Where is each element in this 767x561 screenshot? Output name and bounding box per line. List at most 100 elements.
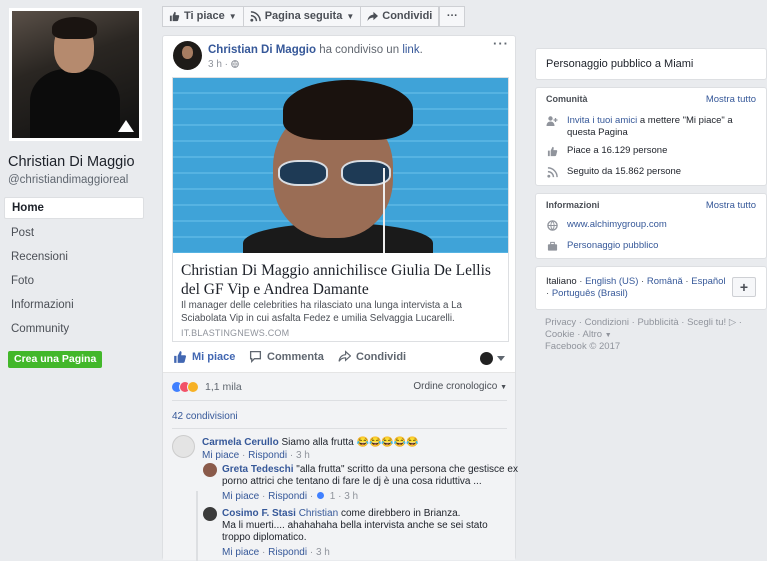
link-preview[interactable]: Christian Di Maggio annichilisce Giulia … xyxy=(172,77,509,342)
shares-count[interactable]: 42 condivisioni xyxy=(172,411,238,422)
reactions-summary[interactable]: 1,1 mila xyxy=(171,381,242,393)
left-nav: Home Post Recensioni Foto Informazioni C… xyxy=(4,197,144,341)
invite-friends-link[interactable]: Invita i tuoi amici xyxy=(567,115,637,126)
comment-button[interactable]: Commenta xyxy=(249,350,324,363)
mini-avatar xyxy=(480,352,493,365)
post-time[interactable]: 3 h · xyxy=(208,59,239,70)
language-option[interactable]: Português (Brasil) xyxy=(552,288,628,299)
language-option[interactable]: Română xyxy=(647,276,683,287)
footer-link[interactable]: Privacy xyxy=(545,317,576,328)
commenter-avatar[interactable] xyxy=(203,507,217,521)
footer-link[interactable]: Pubblicità xyxy=(637,317,678,328)
commenter-name[interactable]: Greta Tedeschi xyxy=(222,464,294,475)
invite-friends-row: Invita i tuoi amici a mettere "Mi piace"… xyxy=(546,115,733,139)
copyright: Facebook © 2017 xyxy=(545,341,621,352)
link-preview-source: IT.BLASTINGNEWS.COM xyxy=(181,328,290,338)
comment-reply-link[interactable]: Rispondi xyxy=(268,491,307,502)
comment-reply-link[interactable]: Rispondi xyxy=(248,450,287,461)
post-author-line: Christian Di Maggio ha condiviso un link… xyxy=(208,44,423,56)
share-button[interactable]: Condividi xyxy=(338,350,406,363)
follow-page-button[interactable]: Pagina seguita ▼ xyxy=(242,6,362,27)
comment-time[interactable]: 3 h xyxy=(296,450,310,461)
share-page-button[interactable]: Condividi xyxy=(360,6,440,27)
thumbs-up-icon xyxy=(546,145,558,157)
commenter-avatar[interactable] xyxy=(203,463,217,477)
thumbs-up-icon xyxy=(174,351,187,363)
category-row: Personaggio pubblico xyxy=(546,240,658,252)
comment-like-link[interactable]: Mi piace xyxy=(222,547,259,558)
community-card: Comunità Mostra tutto Invita i tuoi amic… xyxy=(535,87,767,186)
nav-item-community[interactable]: Community xyxy=(4,317,144,341)
chevron-down-icon[interactable]: ▼ xyxy=(605,332,612,339)
comment-meta: Mi piace · Rispondi · 3 h xyxy=(222,547,330,558)
link-preview-title[interactable]: Christian Di Maggio annichilisce Giulia … xyxy=(181,261,503,299)
comment-time[interactable]: 3 h xyxy=(344,491,358,502)
comment-reply-link[interactable]: Rispondi xyxy=(268,547,307,558)
footer-link[interactable]: Condizioni xyxy=(585,317,629,328)
page-likes-row: Piace a 16.129 persone xyxy=(546,145,667,157)
comment-text: Carmela Cerullo Siamo alla frutta 😂😂😂😂😂 xyxy=(202,437,419,448)
footer-link[interactable]: Cookie xyxy=(545,329,575,340)
footer-link[interactable]: Altro xyxy=(583,329,603,340)
nav-item-photos[interactable]: Foto xyxy=(4,269,144,293)
commenter-avatar[interactable] xyxy=(172,435,195,458)
page-followers-count: Seguito da 15.862 persone xyxy=(567,166,682,177)
more-options-button[interactable]: ··· xyxy=(439,6,466,27)
commenter-name[interactable]: Carmela Cerullo xyxy=(202,437,279,448)
post-menu-icon[interactable]: ··· xyxy=(493,36,509,51)
language-card: Italiano · English (US) · Română · Españ… xyxy=(535,266,767,310)
wow-reaction-icon xyxy=(187,381,199,393)
footer-link[interactable]: Scegli tu! xyxy=(687,317,726,328)
thumbs-up-icon xyxy=(169,11,180,22)
link-preview-description: Il manager delle celebrities ha rilascia… xyxy=(181,300,463,324)
nav-item-home[interactable]: Home xyxy=(4,197,144,219)
nav-item-info[interactable]: Informazioni xyxy=(4,293,144,317)
comment-mention[interactable]: Christian xyxy=(299,508,338,519)
chevron-down-icon: ▼ xyxy=(500,384,507,391)
add-friend-icon xyxy=(546,115,558,127)
create-page-button[interactable]: Crea una Pagina xyxy=(8,351,103,368)
adchoices-icon[interactable]: ▷ xyxy=(729,317,736,328)
comment-like-count[interactable]: 1 xyxy=(315,491,335,502)
comment-like-link[interactable]: Mi piace xyxy=(202,450,239,461)
language-option[interactable]: Español xyxy=(691,276,725,287)
comment-order-dropdown[interactable]: Ordine cronologico ▼ xyxy=(413,381,507,392)
link-preview-image[interactable] xyxy=(173,78,508,253)
chevron-down-icon: ▼ xyxy=(228,12,237,21)
post-as-selector[interactable] xyxy=(480,352,505,365)
profile-picture[interactable] xyxy=(9,8,142,141)
comment-like-link[interactable]: Mi piace xyxy=(222,491,259,502)
more-icon: ··· xyxy=(446,10,458,22)
add-language-button[interactable]: + xyxy=(732,277,756,297)
public-figure-text: Personaggio pubblico a Miami xyxy=(546,58,694,70)
page-name[interactable]: Christian Di Maggio xyxy=(8,154,135,170)
page-handle[interactable]: @christiandimaggioreal xyxy=(8,174,128,186)
language-option[interactable]: English (US) xyxy=(585,276,638,287)
community-see-all[interactable]: Mostra tutto xyxy=(706,94,756,105)
like-page-button[interactable]: Ti piace ▼ xyxy=(162,6,244,27)
community-heading: Comunità xyxy=(546,94,588,104)
comment-text: Cosimo F. Stasi Christian come direbbero… xyxy=(222,508,488,543)
comment-bubble-icon xyxy=(249,350,262,363)
like-page-label: Ti piace xyxy=(184,10,225,22)
comment-meta: Mi piace · Rispondi · 3 h xyxy=(202,450,310,461)
post-author-name[interactable]: Christian Di Maggio xyxy=(208,44,316,56)
camera-icon[interactable] xyxy=(118,120,134,132)
nav-item-reviews[interactable]: Recensioni xyxy=(4,245,144,269)
website-link[interactable]: www.alchimygroup.com xyxy=(567,219,667,231)
chevron-down-icon: ▼ xyxy=(346,12,355,21)
post-action-link[interactable]: link xyxy=(402,44,419,56)
comment-time[interactable]: 3 h xyxy=(316,547,330,558)
page-action-bar: Ti piace ▼ Pagina seguita ▼ Condividi ··… xyxy=(162,6,466,27)
info-see-all[interactable]: Mostra tutto xyxy=(706,200,756,211)
category-link[interactable]: Personaggio pubblico xyxy=(567,240,658,252)
comment-text: Greta Tedeschi "alla frutta" scritto da … xyxy=(222,464,518,487)
website-row: www.alchimygroup.com xyxy=(546,219,667,231)
like-button[interactable]: Mi piace xyxy=(173,350,235,364)
page-followers-row: Seguito da 15.862 persone xyxy=(546,166,681,178)
author-avatar[interactable] xyxy=(173,41,202,70)
nav-item-post[interactable]: Post xyxy=(4,221,144,245)
post-actions: Mi piace Commenta Condividi xyxy=(163,346,515,372)
share-page-label: Condividi xyxy=(382,10,433,22)
commenter-name[interactable]: Cosimo F. Stasi xyxy=(222,508,296,519)
